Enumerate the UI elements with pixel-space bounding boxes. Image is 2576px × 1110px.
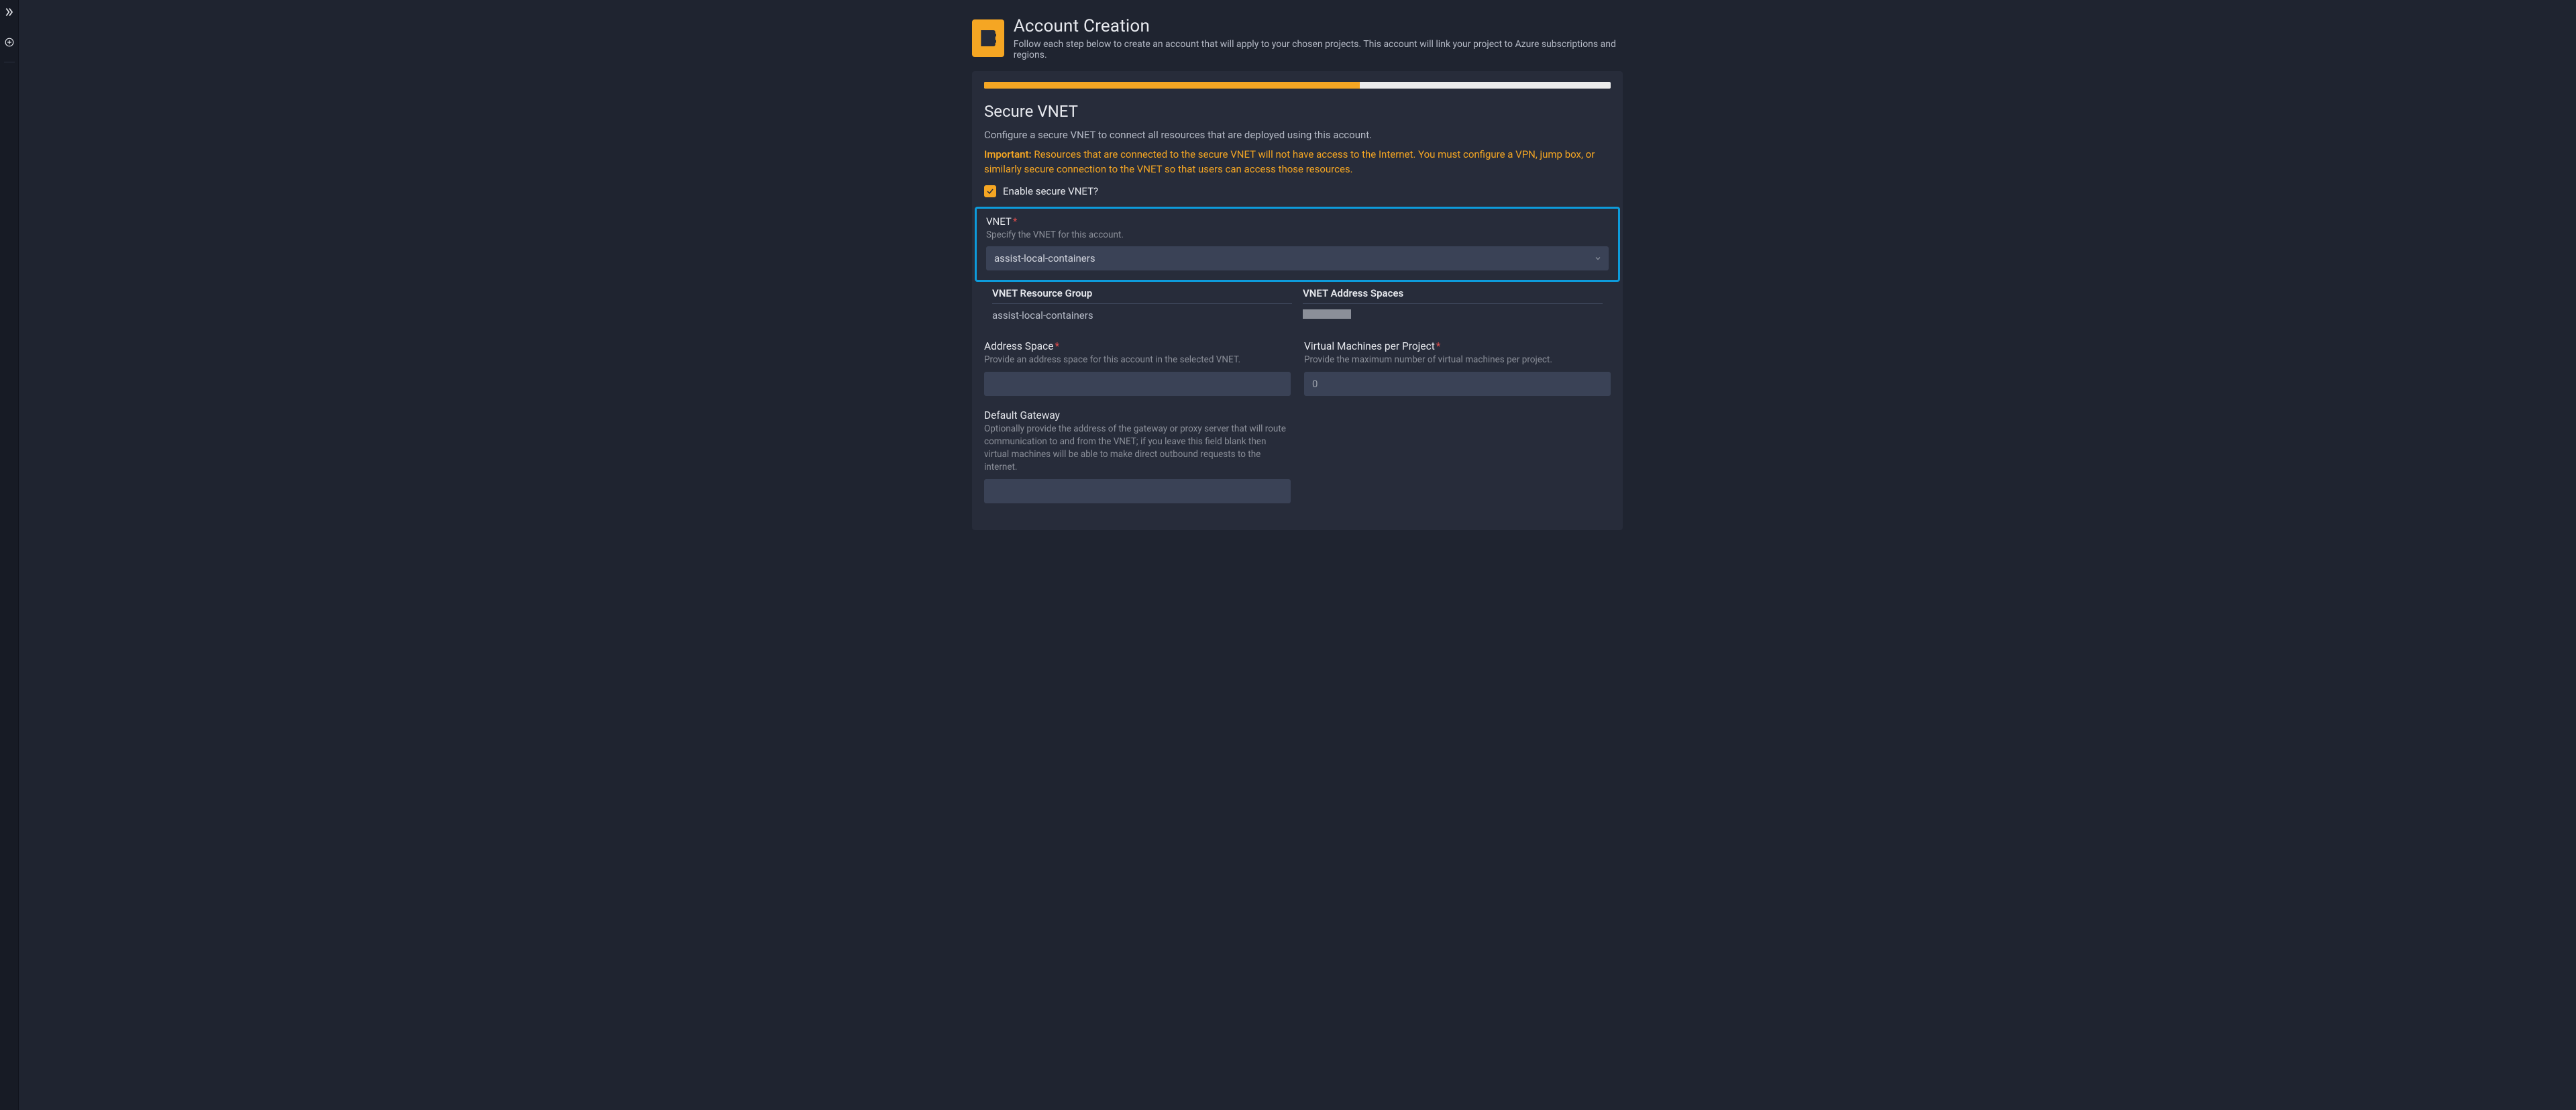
vnet-select[interactable]: assist-local-containers: [986, 246, 1609, 270]
default-gateway-field: Default Gateway Optionally provide the a…: [984, 409, 1291, 503]
loading-skeleton: [1303, 309, 1351, 319]
step-description: Configure a secure VNET to connect all r…: [984, 129, 1611, 141]
default-gateway-input[interactable]: [984, 479, 1291, 503]
important-note: Important: Resources that are connected …: [984, 148, 1611, 177]
wizard-panel: Secure VNET Configure a secure VNET to c…: [972, 71, 1623, 530]
vnet-address-spaces-value: [1303, 309, 1603, 321]
important-text: Resources that are connected to the secu…: [984, 148, 1595, 175]
sidebar: [0, 0, 19, 1110]
account-icon: [972, 19, 1004, 57]
vnet-address-spaces-heading: VNET Address Spaces: [1303, 282, 1603, 304]
progress-fill: [984, 82, 1360, 89]
check-icon: [984, 185, 996, 197]
vm-per-project-input[interactable]: [1304, 372, 1611, 396]
default-gateway-label: Default Gateway: [984, 409, 1291, 421]
vm-per-project-label: Virtual Machines per Project*: [1304, 340, 1611, 352]
address-space-input[interactable]: [984, 372, 1291, 396]
default-gateway-help: Optionally provide the address of the ga…: [984, 423, 1291, 474]
step-title: Secure VNET: [984, 102, 1611, 121]
add-icon[interactable]: [5, 38, 14, 50]
vnet-help: Specify the VNET for this account.: [986, 229, 1609, 242]
vnet-highlight: VNET* Specify the VNET for this account.…: [975, 207, 1620, 283]
address-space-help: Provide an address space for this accoun…: [984, 354, 1291, 366]
vnet-resource-group-heading: VNET Resource Group: [992, 282, 1292, 304]
enable-secure-vnet-label: Enable secure VNET?: [1003, 185, 1098, 197]
important-label: Important:: [984, 148, 1032, 160]
vnet-resource-group-value: assist-local-containers: [992, 309, 1292, 321]
address-space-field: Address Space* Provide an address space …: [984, 340, 1291, 396]
enable-secure-vnet-checkbox[interactable]: Enable secure VNET?: [984, 185, 1611, 197]
page-subtitle: Follow each step below to create an acco…: [1014, 39, 1623, 60]
progress-bar: [984, 82, 1611, 89]
page-header: Account Creation Follow each step below …: [972, 16, 1623, 60]
expand-sidebar-icon[interactable]: [4, 7, 15, 20]
vm-per-project-field: Virtual Machines per Project* Provide th…: [1304, 340, 1611, 396]
vm-per-project-help: Provide the maximum number of virtual ma…: [1304, 354, 1611, 366]
address-space-label: Address Space*: [984, 340, 1291, 352]
page-title: Account Creation: [1014, 16, 1623, 36]
vnet-info-row: VNET Resource Group assist-local-contain…: [984, 282, 1611, 321]
main-content: Account Creation Follow each step below …: [19, 0, 2576, 1110]
vnet-field-label: VNET*: [986, 215, 1609, 228]
